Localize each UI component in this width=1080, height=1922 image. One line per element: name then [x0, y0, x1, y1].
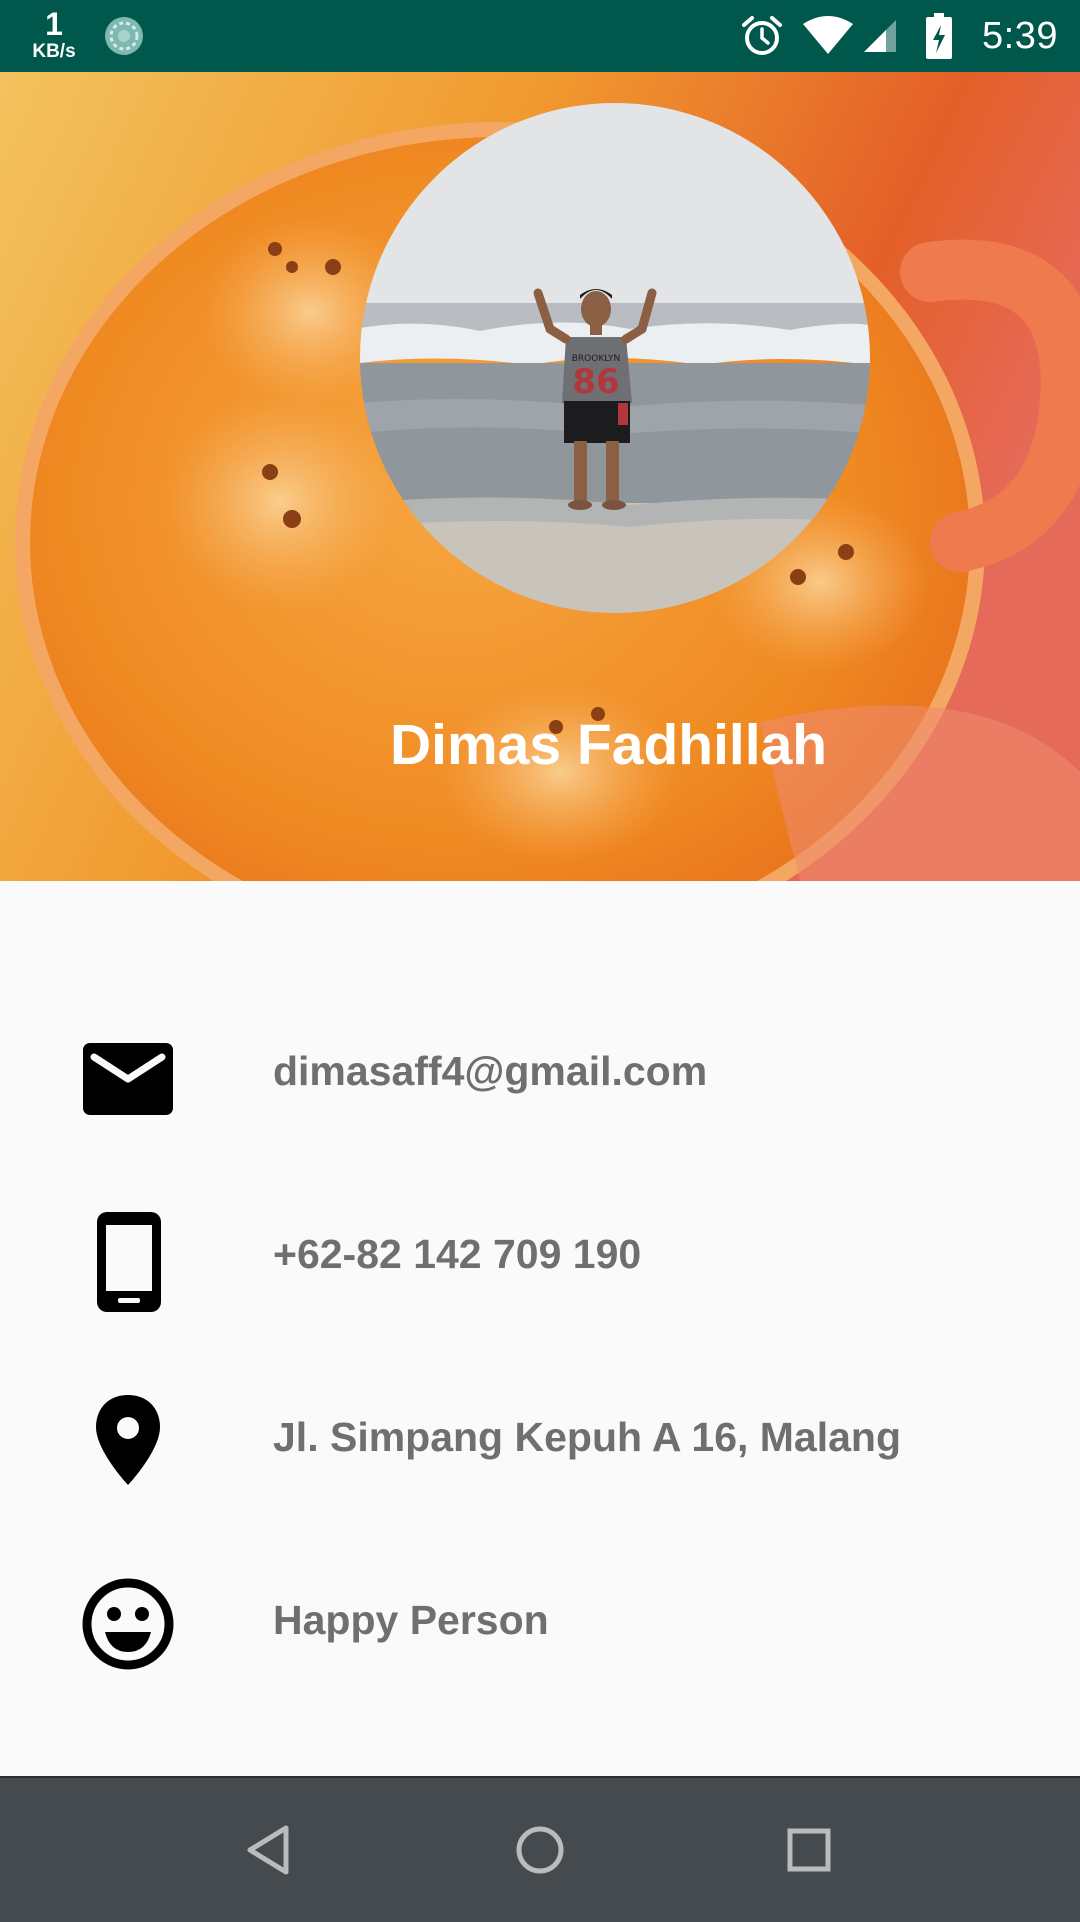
svg-text:86: 86	[572, 362, 619, 402]
network-speed-unit: KB/s	[32, 41, 76, 62]
home-icon	[516, 1826, 564, 1874]
avatar-photo: BROOKLYN 86	[360, 103, 870, 613]
status-bar: 1 KB/s 5:39	[0, 0, 1080, 72]
back-icon	[247, 1825, 289, 1875]
recents-icon	[787, 1828, 831, 1872]
phone-text: +62-82 142 709 190	[273, 1231, 642, 1277]
sync-icon	[105, 17, 143, 55]
home-button[interactable]	[504, 1814, 576, 1886]
email-text: dimasaff4@gmail.com	[273, 1048, 708, 1094]
cellular-signal-icon	[864, 20, 897, 52]
profile-name: Dimas Fadhillah	[390, 713, 828, 777]
mood-text: Happy Person	[273, 1597, 549, 1643]
address-text: Jl. Simpang Kepuh A 16, Malang	[273, 1414, 902, 1460]
alarm-icon	[742, 16, 783, 55]
navigation-bar	[0, 1776, 1080, 1922]
location-pin-icon	[80, 1395, 180, 1495]
wifi-icon	[803, 16, 854, 54]
recents-button[interactable]	[773, 1814, 845, 1886]
mood-row[interactable]: Happy Person	[0, 1560, 1080, 1680]
network-speed-value: 1	[45, 6, 63, 42]
back-button[interactable]	[234, 1814, 306, 1886]
email-icon	[80, 1029, 180, 1129]
phone-row[interactable]: +62-82 142 709 190	[0, 1194, 1080, 1314]
profile-avatar: BROOKLYN 86	[360, 103, 870, 613]
profile-header: BROOKLYN 86 Dimas Fadhillah	[0, 72, 1080, 881]
battery-charging-icon	[926, 13, 953, 59]
smiley-icon	[80, 1578, 180, 1678]
status-clock: 5:39	[982, 14, 1058, 57]
phone-icon	[80, 1212, 180, 1312]
address-row[interactable]: Jl. Simpang Kepuh A 16, Malang	[0, 1377, 1080, 1497]
network-speed-indicator: 1 KB/s	[24, 8, 84, 61]
status-icons: 5:39	[740, 0, 1058, 72]
email-row[interactable]: dimasaff4@gmail.com	[0, 1011, 1080, 1131]
